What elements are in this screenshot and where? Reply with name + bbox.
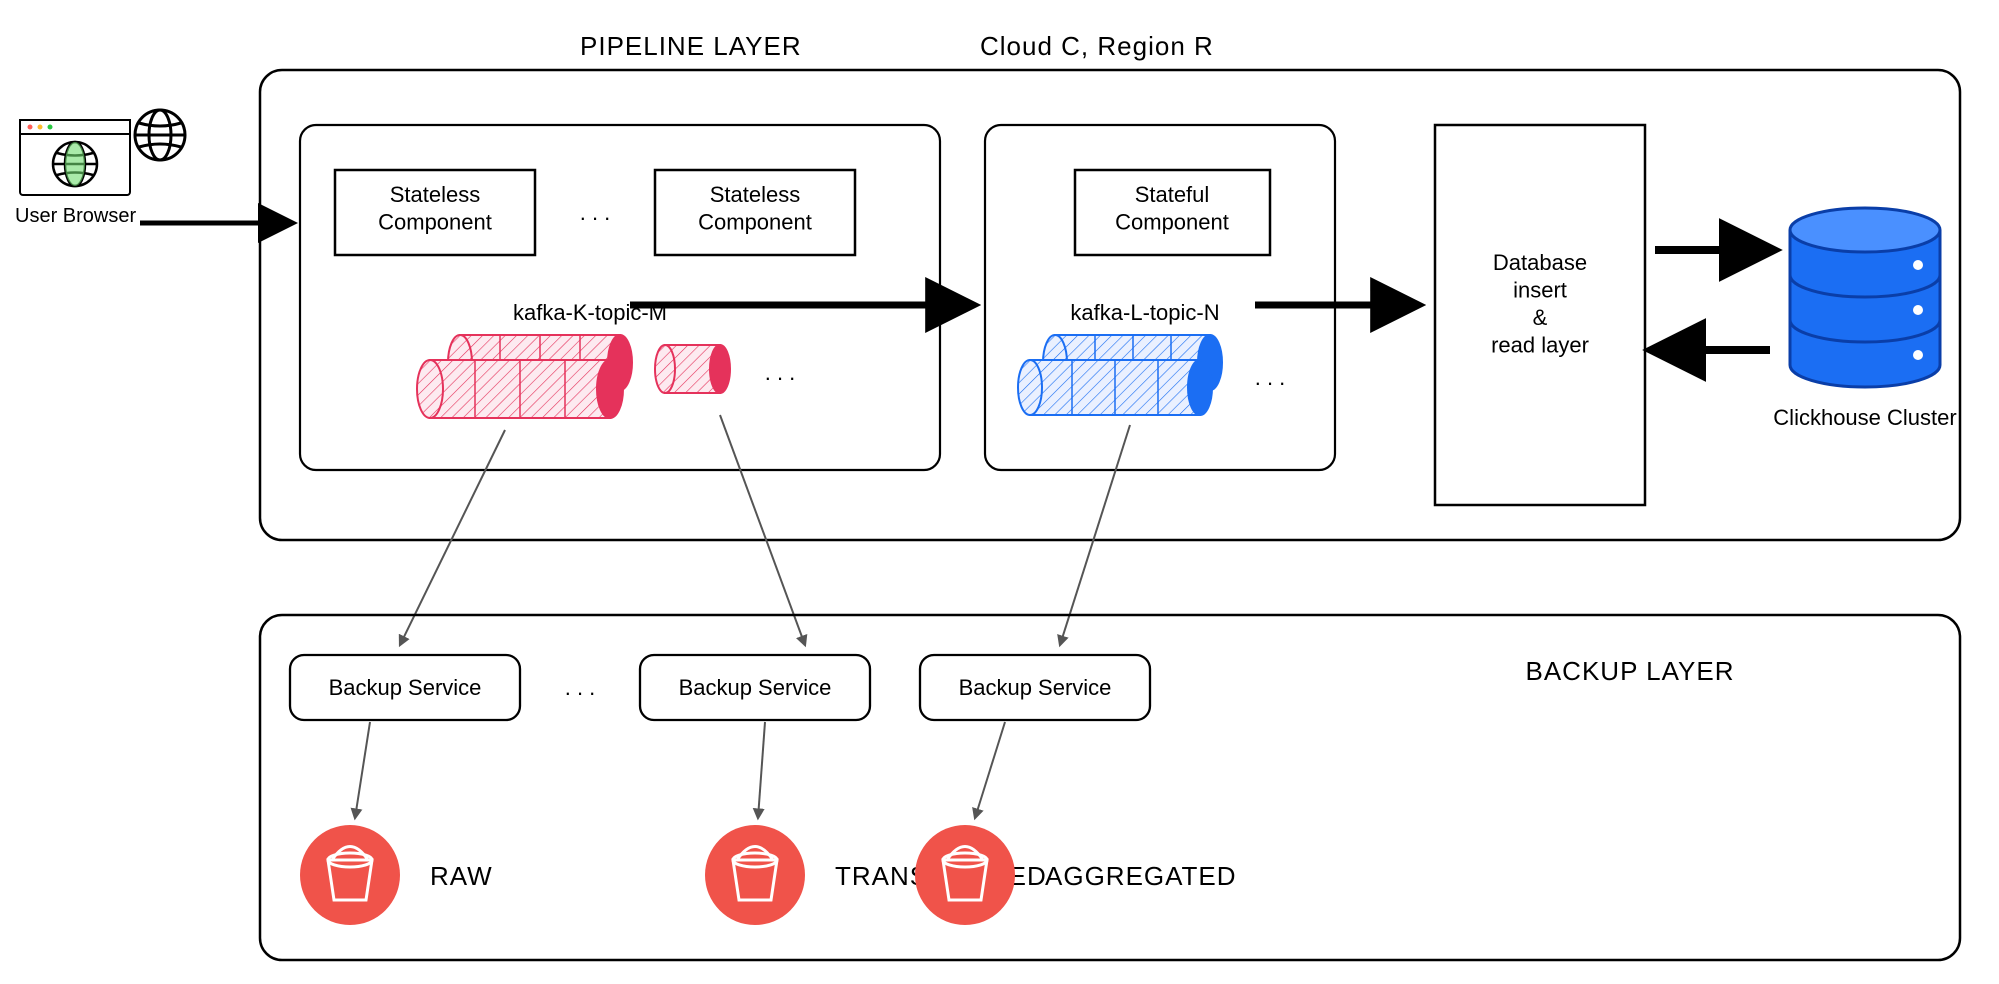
kafka-m-cylinders xyxy=(417,335,730,418)
backup-service-3-label: Backup Service xyxy=(959,675,1112,700)
stateful-group: StatefulComponent kafka-L-topic-N xyxy=(985,125,1335,470)
arrow-backup-3-to-bucket-aggregated xyxy=(975,722,1005,818)
network-globe-icon xyxy=(135,110,185,160)
stateless-group: StatelessComponent . . . StatelessCompon… xyxy=(300,125,940,470)
backup-service-2-label: Backup Service xyxy=(679,675,832,700)
region-title: Cloud C, Region R xyxy=(980,31,1214,61)
backup-ellipsis: . . . xyxy=(565,675,596,700)
clickhouse-label: Clickhouse Cluster xyxy=(1773,405,1956,430)
stateless-ellipsis: . . . xyxy=(580,200,611,225)
arrow-kafka-n-to-backup-3 xyxy=(1060,425,1130,645)
bucket-raw xyxy=(300,825,400,925)
user-browser-label: User Browser xyxy=(15,205,136,227)
kafka-n-label: kafka-L-topic-N xyxy=(1070,300,1219,325)
arrow-kafka-m-to-backup-1 xyxy=(400,430,505,645)
db-layer-label: Databaseinsert&read layer xyxy=(1491,250,1589,358)
backup-service-2: Backup Service xyxy=(640,655,870,720)
backup-service-1-label: Backup Service xyxy=(329,675,482,700)
user-browser-group xyxy=(20,110,185,195)
clickhouse-cylinder-icon xyxy=(1790,208,1940,387)
backup-service-1: Backup Service xyxy=(290,655,520,720)
kafka-n-ellipsis: . . . xyxy=(1255,365,1286,390)
bucket-transformed xyxy=(705,825,805,925)
kafka-m-ellipsis: . . . xyxy=(765,360,796,385)
stateless-component-label-1: StatelessComponent xyxy=(378,182,492,235)
stateful-component-label: StatefulComponent xyxy=(1115,182,1229,235)
backup-layer-title: BACKUP LAYER xyxy=(1525,656,1734,686)
bucket-aggregated xyxy=(915,825,1015,925)
db-layer-box: Databaseinsert&read layer xyxy=(1435,125,1645,505)
bucket-aggregated-label: AGGREGATED xyxy=(1045,861,1237,891)
stateless-component-label-2: StatelessComponent xyxy=(698,182,812,235)
arrow-backup-1-to-bucket-raw xyxy=(355,722,370,818)
arrow-backup-2-to-bucket-transformed xyxy=(758,722,765,818)
pipeline-layer-title: PIPELINE LAYER xyxy=(580,31,802,61)
bucket-raw-label: RAW xyxy=(430,861,493,891)
backup-service-3: Backup Service xyxy=(920,655,1150,720)
globe-icon xyxy=(53,142,97,186)
kafka-n-cylinders xyxy=(1018,335,1222,415)
arrow-kafka-m-to-backup-2 xyxy=(720,415,805,645)
